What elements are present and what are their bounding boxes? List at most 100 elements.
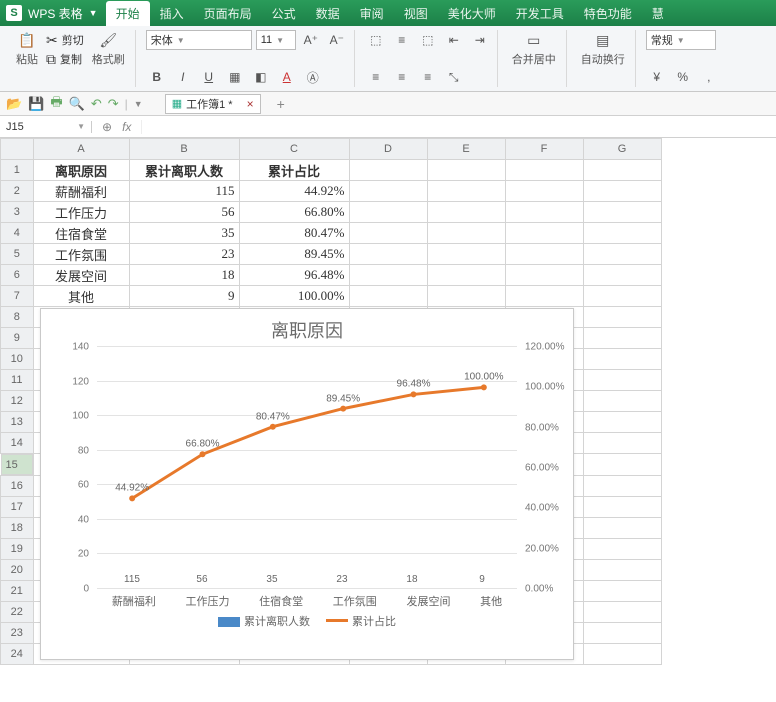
cell-E4[interactable] [427,223,505,244]
menu-tab-3[interactable]: 公式 [262,1,306,26]
col-header-B[interactable]: B [129,139,239,160]
row-header-12[interactable]: 12 [1,391,34,412]
underline-button[interactable]: U [198,67,220,87]
undo-icon[interactable]: ↶ [91,96,102,112]
font-effects-button[interactable]: Ⓐ [302,67,324,87]
cell-E2[interactable] [427,181,505,202]
cell-F1[interactable] [505,160,583,181]
font-name-select[interactable]: 宋体▼ [146,30,252,50]
cell-G7[interactable] [583,286,661,307]
row-header-18[interactable]: 18 [1,518,34,539]
menu-tab-2[interactable]: 页面布局 [194,1,262,26]
cell-B2[interactable]: 115 [129,181,239,202]
menu-tab-6[interactable]: 视图 [394,1,438,26]
col-header-F[interactable]: F [505,139,583,160]
cell-G5[interactable] [583,244,661,265]
new-doc-button[interactable]: + [277,96,285,112]
row-header-10[interactable]: 10 [1,349,34,370]
cell-F7[interactable] [505,286,583,307]
save-icon[interactable]: 💾 [28,96,44,112]
currency-button[interactable]: ¥ [646,67,668,87]
merge-center-button[interactable]: ▭合并居中 [508,30,560,69]
cell-G11[interactable] [583,370,661,391]
menu-tab-7[interactable]: 美化大师 [438,1,506,26]
cell-E7[interactable] [427,286,505,307]
format-painter-button[interactable]: 🖌 格式刷 [88,30,129,69]
cell-B3[interactable]: 56 [129,202,239,223]
cell-G1[interactable] [583,160,661,181]
cell-G4[interactable] [583,223,661,244]
row-header-4[interactable]: 4 [1,223,34,244]
cell-F4[interactable] [505,223,583,244]
row-header-3[interactable]: 3 [1,202,34,223]
menu-tab-1[interactable]: 插入 [150,1,194,26]
align-bottom-button[interactable]: ⬚ [417,30,439,50]
cell-B6[interactable]: 18 [129,265,239,286]
row-header-14[interactable]: 14 [1,433,34,454]
open-icon[interactable]: 📂 [6,96,22,112]
cell-G15[interactable] [583,454,661,476]
row-header-24[interactable]: 24 [1,644,34,665]
document-tab[interactable]: ▦ 工作簿1 * × [165,94,261,114]
row-header-1[interactable]: 1 [1,160,34,181]
cell-D5[interactable] [349,244,427,265]
cell-A4[interactable]: 住宿食堂 [33,223,129,244]
cell-C4[interactable]: 80.47% [239,223,349,244]
menu-tab-8[interactable]: 开发工具 [506,1,574,26]
cell-D1[interactable] [349,160,427,181]
percent-button[interactable]: % [672,67,694,87]
align-top-button[interactable]: ⬚ [365,30,387,50]
row-header-16[interactable]: 16 [1,476,34,497]
cell-D4[interactable] [349,223,427,244]
paste-button[interactable]: 📋 粘贴 [12,30,42,69]
col-header-C[interactable]: C [239,139,349,160]
cell-E1[interactable] [427,160,505,181]
cell-C2[interactable]: 44.92% [239,181,349,202]
row-header-22[interactable]: 22 [1,602,34,623]
align-middle-button[interactable]: ≡ [391,30,413,50]
cell-A5[interactable]: 工作氛围 [33,244,129,265]
cell-B4[interactable]: 35 [129,223,239,244]
row-header-5[interactable]: 5 [1,244,34,265]
cell-G24[interactable] [583,644,661,665]
cell-B5[interactable]: 23 [129,244,239,265]
indent-right-button[interactable]: ⇥ [469,30,491,50]
spreadsheet-grid[interactable]: ABCDEFG1离职原因累计离职人数累计占比2薪酬福利11544.92%3工作压… [0,138,776,665]
cell-G21[interactable] [583,581,661,602]
cell-A7[interactable]: 其他 [33,286,129,307]
font-size-select[interactable]: 11▼ [256,30,296,50]
preview-icon[interactable]: 🔍 [69,96,85,112]
row-header-23[interactable]: 23 [1,623,34,644]
cell-G19[interactable] [583,539,661,560]
cell-G22[interactable] [583,602,661,623]
indent-left-button[interactable]: ⇤ [443,30,465,50]
cell-C1[interactable]: 累计占比 [239,160,349,181]
menu-tab-10[interactable]: 慧 [642,1,674,26]
chart-object[interactable]: 离职原因 020406080100120140 0.00%20.00%40.00… [40,308,574,660]
fill-color-button[interactable]: ◧ [250,67,272,87]
cell-G8[interactable] [583,307,661,328]
more-icon[interactable]: ▼ [134,99,143,109]
cell-G23[interactable] [583,623,661,644]
cell-F5[interactable] [505,244,583,265]
border-button[interactable]: ▦ [224,67,246,87]
cell-A1[interactable]: 离职原因 [33,160,129,181]
cell-G18[interactable] [583,518,661,539]
cell-C6[interactable]: 96.48% [239,265,349,286]
cell-F3[interactable] [505,202,583,223]
cell-A2[interactable]: 薪酬福利 [33,181,129,202]
increase-font-button[interactable]: A⁺ [300,30,322,50]
align-left-button[interactable]: ≡ [365,67,387,87]
cell-A3[interactable]: 工作压力 [33,202,129,223]
cell-D3[interactable] [349,202,427,223]
decrease-font-button[interactable]: A⁻ [326,30,348,50]
cell-G14[interactable] [583,433,661,454]
select-all-corner[interactable] [1,139,34,160]
cell-E5[interactable] [427,244,505,265]
row-header-6[interactable]: 6 [1,265,34,286]
cell-G10[interactable] [583,349,661,370]
col-header-G[interactable]: G [583,139,661,160]
cell-G2[interactable] [583,181,661,202]
row-header-11[interactable]: 11 [1,370,34,391]
bold-button[interactable]: B [146,67,168,87]
